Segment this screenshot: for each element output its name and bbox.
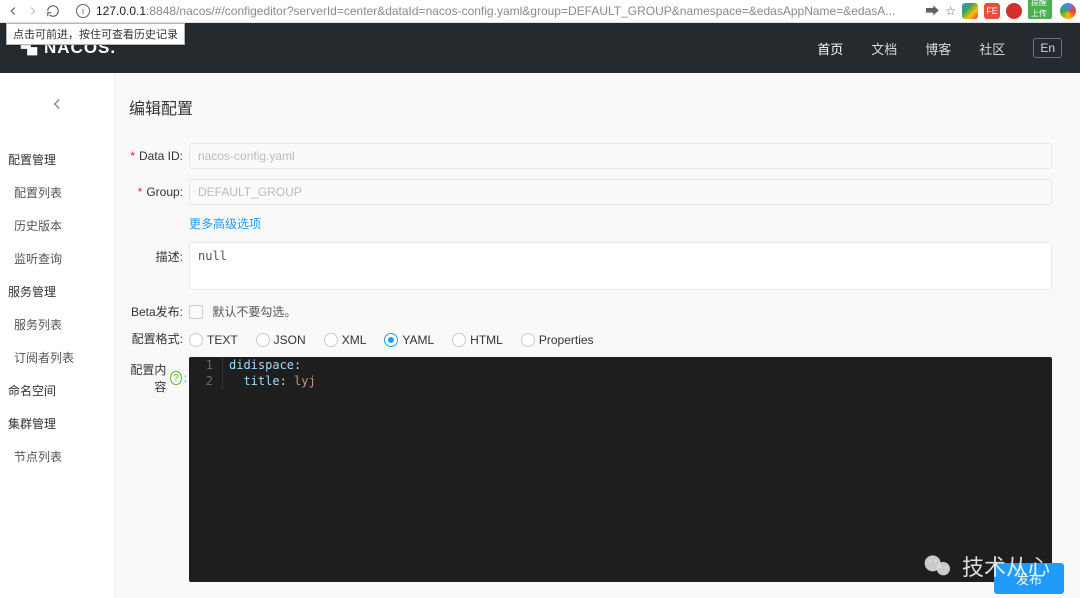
label-group: *Group:	[129, 179, 189, 199]
label-desc: 描述:	[129, 242, 189, 265]
format-radio-json[interactable]: JSON	[256, 333, 306, 347]
extension-icons: ⮕ ☆ FE 提醒上传	[925, 1, 1076, 21]
nav-home[interactable]: 首页	[817, 39, 843, 58]
translate-icon[interactable]: ⮕	[925, 1, 939, 21]
beta-checkbox[interactable]	[189, 305, 203, 319]
lang-toggle[interactable]: En	[1033, 38, 1062, 58]
url-text: 127.0.0.1:8848/nacos/#/configeditor?serv…	[96, 4, 895, 18]
sidebar-item-config-list[interactable]: 配置列表	[0, 176, 114, 209]
desc-textarea[interactable]: null	[189, 242, 1052, 290]
sidebar: 配置管理 配置列表 历史版本 监听查询 服务管理 服务列表 订阅者列表 命名空间…	[0, 73, 115, 598]
help-icon[interactable]: ?	[170, 371, 181, 385]
format-radio-xml[interactable]: XML	[324, 333, 367, 347]
label-empty	[129, 215, 189, 221]
reload-icon[interactable]	[44, 2, 62, 20]
ext-icon-1[interactable]	[962, 3, 978, 19]
sidebar-item-node-list[interactable]: 节点列表	[0, 440, 114, 473]
nav-docs[interactable]: 文档	[871, 39, 897, 58]
sidebar-group-config[interactable]: 配置管理	[0, 143, 114, 176]
star-icon[interactable]: ☆	[945, 4, 956, 18]
back-icon[interactable]	[4, 2, 22, 20]
beta-hint: 默认不要勾选。	[212, 305, 296, 319]
data-id-input[interactable]	[189, 143, 1052, 169]
history-tooltip: 点击可前进，按住可查看历史记录	[6, 23, 185, 45]
label-content: 配置内容 ? :	[129, 357, 189, 395]
nav-icons	[4, 2, 62, 20]
format-radio-properties[interactable]: Properties	[521, 333, 594, 347]
sidebar-group-cluster[interactable]: 集群管理	[0, 407, 114, 440]
group-input[interactable]	[189, 179, 1052, 205]
ext-icon-4[interactable]: 提醒上传	[1028, 3, 1044, 19]
ext-icon-2[interactable]: FE	[984, 3, 1000, 19]
browser-chrome: i 127.0.0.1:8848/nacos/#/configeditor?se…	[0, 0, 1080, 23]
nav-community[interactable]: 社区	[979, 39, 1005, 58]
code-line: 2 title: lyj	[189, 373, 1052, 389]
format-radio-html[interactable]: HTML	[452, 333, 503, 347]
publish-button[interactable]: 发布	[994, 563, 1064, 594]
format-radio-yaml[interactable]: YAML	[384, 333, 434, 347]
main-content: 编辑配置 *Data ID: *Group: 更多高级选项 描述: null B…	[115, 73, 1080, 598]
sidebar-item-subscriber[interactable]: 订阅者列表	[0, 341, 114, 374]
format-radio-text[interactable]: TEXT	[189, 333, 238, 347]
address-bar[interactable]: i 127.0.0.1:8848/nacos/#/configeditor?se…	[68, 1, 913, 21]
header-nav: 首页 文档 博客 社区 En	[817, 38, 1062, 58]
advanced-link[interactable]: 更多高级选项	[189, 215, 261, 232]
label-beta: Beta发布:	[129, 303, 189, 320]
sidebar-item-history[interactable]: 历史版本	[0, 209, 114, 242]
ext-icon-3[interactable]	[1006, 3, 1022, 19]
format-radio-group: TEXT JSON XML YAML HTML Properties	[189, 331, 1052, 347]
sidebar-item-service-list[interactable]: 服务列表	[0, 308, 114, 341]
label-data-id: *Data ID:	[129, 143, 189, 163]
code-editor[interactable]: 1didispace:2 title: lyj	[189, 357, 1052, 582]
sidebar-item-namespace[interactable]: 命名空间	[0, 374, 114, 407]
page-title: 编辑配置	[129, 95, 1052, 119]
code-line: 1didispace:	[189, 357, 1052, 373]
forward-icon[interactable]	[24, 2, 42, 20]
label-format: 配置格式:	[129, 330, 189, 347]
nav-blog[interactable]: 博客	[925, 39, 951, 58]
body-grid: 配置管理 配置列表 历史版本 监听查询 服务管理 服务列表 订阅者列表 命名空间…	[0, 73, 1080, 598]
collapse-icon[interactable]	[0, 95, 114, 116]
sidebar-group-service[interactable]: 服务管理	[0, 275, 114, 308]
site-info-icon[interactable]: i	[76, 4, 90, 18]
sidebar-item-listener[interactable]: 监听查询	[0, 242, 114, 275]
ext-icon-5[interactable]	[1060, 3, 1076, 19]
